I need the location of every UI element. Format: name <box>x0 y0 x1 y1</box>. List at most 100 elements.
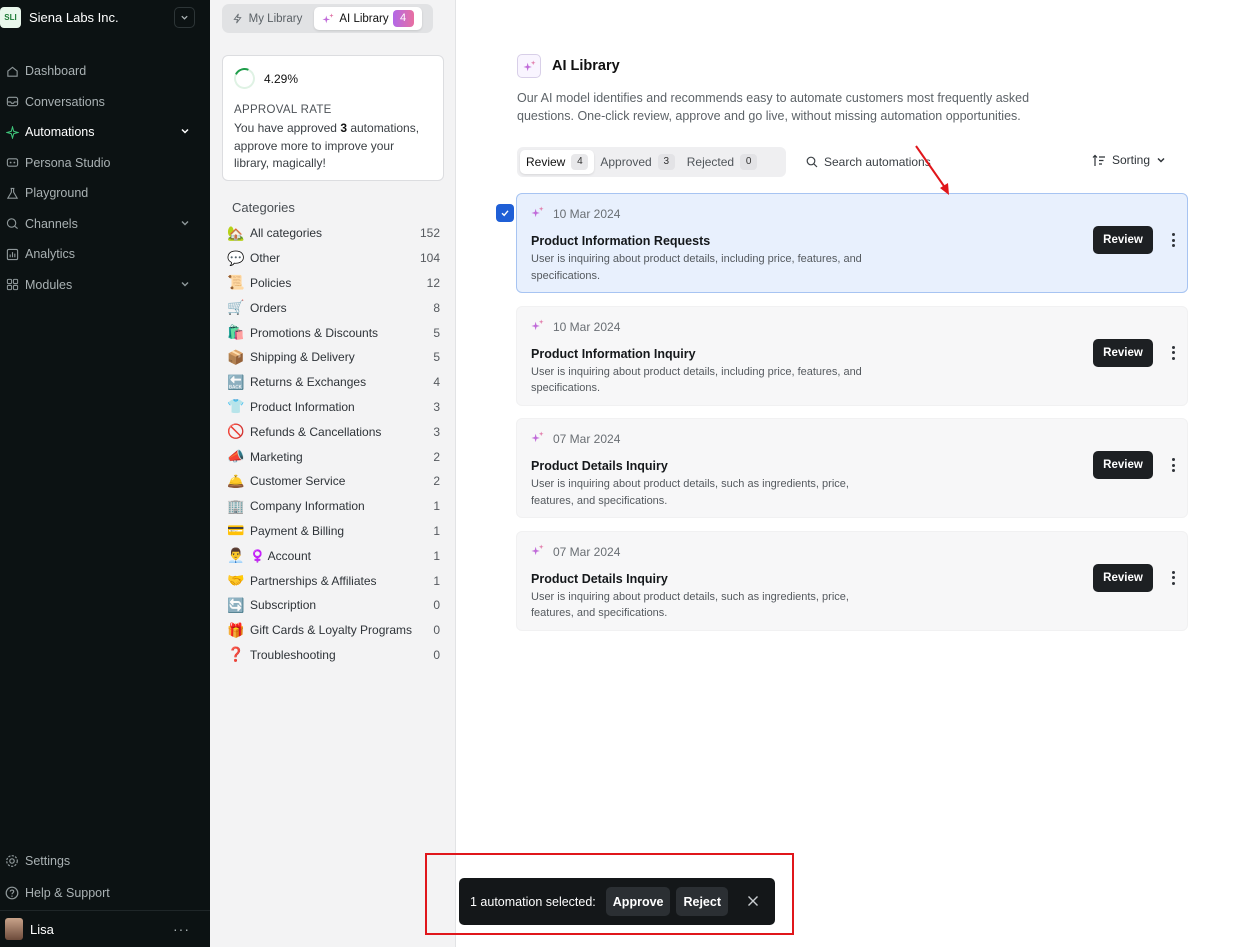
more-vertical-icon[interactable] <box>1168 344 1178 362</box>
bulk-action-bar: 1 automation selected: Approve Reject <box>459 878 775 925</box>
category-emoji-icon: 📦 <box>227 348 245 365</box>
automation-card[interactable]: 10 Mar 2024 Product Information Inquiry Us… <box>516 305 1188 406</box>
close-icon[interactable] <box>747 895 759 907</box>
sparkle-icon <box>5 125 19 139</box>
tab-my-library[interactable]: My Library <box>225 7 309 30</box>
date-text: 07 Mar 2024 <box>553 544 621 559</box>
category-item[interactable]: 👨‍💼 ♀️ Account 1 <box>226 543 440 568</box>
category-emoji-icon: 🎁 <box>227 621 245 638</box>
category-item[interactable]: 👕 Product Information 3 <box>226 395 440 420</box>
category-item[interactable]: 🏡 All categories 152 <box>226 221 440 246</box>
category-item[interactable]: 📜 Policies 12 <box>226 271 440 296</box>
sparkle-icon <box>517 54 541 78</box>
category-item[interactable]: 🔙 Returns & Exchanges 4 <box>226 370 440 395</box>
category-label: ♀️ Account <box>250 548 311 563</box>
category-item[interactable]: 🏢 Company Information 1 <box>226 494 440 519</box>
workspace-switcher[interactable]: SLI Siena Labs Inc. <box>0 5 210 29</box>
card-description: User is inquiring about product details,… <box>531 478 849 507</box>
nav-item-modules[interactable]: Modules <box>0 270 210 301</box>
workspace-logo: SLI <box>0 6 21 28</box>
nav-item-dashboard[interactable]: Dashboard <box>0 56 210 87</box>
approve-button[interactable]: Approve <box>605 887 671 916</box>
category-emoji-icon: 👨‍💼 <box>227 547 245 564</box>
tab-label: Approved <box>600 155 652 169</box>
date-text: 10 Mar 2024 <box>553 207 621 221</box>
category-emoji-icon: 🤝 <box>227 572 245 589</box>
category-item[interactable]: 🎁 Gift Cards & Loyalty Programs 0 <box>226 618 440 643</box>
persona-icon <box>5 156 19 170</box>
category-label: Payment & Billing <box>250 523 345 538</box>
more-vertical-icon[interactable] <box>1168 569 1178 587</box>
automation-card[interactable]: 10 Mar 2024 Product Information Requests U… <box>516 193 1188 293</box>
category-emoji-icon: 🛎️ <box>227 472 245 489</box>
nav-item-analytics[interactable]: Analytics <box>0 239 210 270</box>
category-item[interactable]: 🛎️ Customer Service 2 <box>226 469 440 494</box>
category-label: All categories <box>250 226 323 241</box>
card-date: 07 Mar 2024 <box>531 543 621 560</box>
tab-ai-library-label: AI Library <box>339 12 389 25</box>
category-item[interactable]: 🚫 Refunds & Cancellations 3 <box>226 419 440 444</box>
chevron-down-icon[interactable] <box>180 126 190 136</box>
review-button[interactable]: Review <box>1093 338 1153 367</box>
nav-label: Modules <box>25 277 73 292</box>
workspace-name: Siena Labs Inc. <box>29 9 119 25</box>
sparkle-icon <box>531 206 544 222</box>
tab-approved[interactable]: Approved 3 <box>594 150 680 174</box>
tab-ai-library[interactable]: AI Library 4 <box>314 7 422 30</box>
category-label: Product Information <box>250 399 355 414</box>
more-horizontal-icon[interactable]: ··· <box>173 921 190 937</box>
nav-item-conversations[interactable]: Conversations <box>0 87 210 118</box>
reject-button[interactable]: Reject <box>676 887 729 916</box>
category-count: 0 <box>433 598 440 613</box>
category-count: 2 <box>433 449 440 464</box>
chevron-down-icon[interactable] <box>180 279 190 289</box>
gear-icon <box>5 854 19 868</box>
category-item[interactable]: 📣 Marketing 2 <box>226 444 440 469</box>
category-item[interactable]: 🛒 Orders 8 <box>226 295 440 320</box>
nav-item-persona-studio[interactable]: Persona Studio <box>0 148 210 179</box>
category-emoji-icon: 📣 <box>227 448 245 465</box>
nav-item-settings[interactable]: Settings <box>0 845 210 877</box>
nav-item-channels[interactable]: Channels <box>0 209 210 240</box>
review-button[interactable]: Review <box>1093 226 1153 254</box>
nav-item-playground[interactable]: Playground <box>0 178 210 209</box>
approval-rate-card: 4.29% APPROVAL RATE You have approved 3 … <box>222 55 444 181</box>
tab-review[interactable]: Review 4 <box>520 150 595 174</box>
category-emoji-icon: 🏢 <box>227 497 245 514</box>
category-item[interactable]: 🤝 Partnerships & Affiliates 1 <box>226 568 440 593</box>
chevron-down-icon[interactable] <box>180 218 190 228</box>
category-item[interactable]: 🔄 Subscription 0 <box>226 593 440 618</box>
tab-rejected[interactable]: Rejected 0 <box>681 150 763 174</box>
automation-card[interactable]: 07 Mar 2024 Product Details Inquiry User i… <box>516 418 1188 518</box>
category-label: Partnerships & Affiliates <box>250 573 377 588</box>
search-icon <box>806 156 818 168</box>
row-checkbox[interactable] <box>496 204 514 222</box>
category-item[interactable]: 💳 Payment & Billing 1 <box>226 519 440 544</box>
category-label: Subscription <box>250 598 317 613</box>
card-date: 10 Mar 2024 <box>531 206 620 222</box>
date-text: 07 Mar 2024 <box>553 432 621 446</box>
nav-label: Settings <box>25 854 71 868</box>
channels-icon <box>5 217 19 231</box>
category-item[interactable]: 💬 Other 104 <box>226 246 440 271</box>
lightning-icon <box>233 13 242 24</box>
category-panel: My Library AI Library 4 4.29% APPROVAL R… <box>210 0 456 947</box>
review-button[interactable]: Review <box>1093 563 1153 592</box>
more-vertical-icon[interactable] <box>1168 456 1178 474</box>
sparkle-icon <box>531 431 544 447</box>
nav-label: Dashboard <box>25 64 87 79</box>
category-item[interactable]: 🛍️ Promotions & Discounts 5 <box>226 320 440 345</box>
sorting-dropdown[interactable]: Sorting <box>1092 153 1166 167</box>
category-emoji-icon: 🛒 <box>227 299 245 316</box>
more-vertical-icon[interactable] <box>1168 231 1178 249</box>
category-item[interactable]: 📦 Shipping & Delivery 5 <box>226 345 440 370</box>
nav-item-automations[interactable]: Automations <box>0 117 210 148</box>
annotation-arrow-icon <box>915 145 949 195</box>
user-menu[interactable]: Lisa ··· <box>0 910 210 947</box>
review-button[interactable]: Review <box>1093 451 1153 479</box>
automation-card[interactable]: 07 Mar 2024 Product Details Inquiry User i… <box>516 530 1188 631</box>
tab-my-library-label: My Library <box>248 12 303 25</box>
category-item[interactable]: ❓ Troubleshooting 0 <box>226 643 440 668</box>
workspace-dropdown-button[interactable] <box>174 7 195 28</box>
nav-item-help-support[interactable]: Help & Support <box>0 877 210 909</box>
